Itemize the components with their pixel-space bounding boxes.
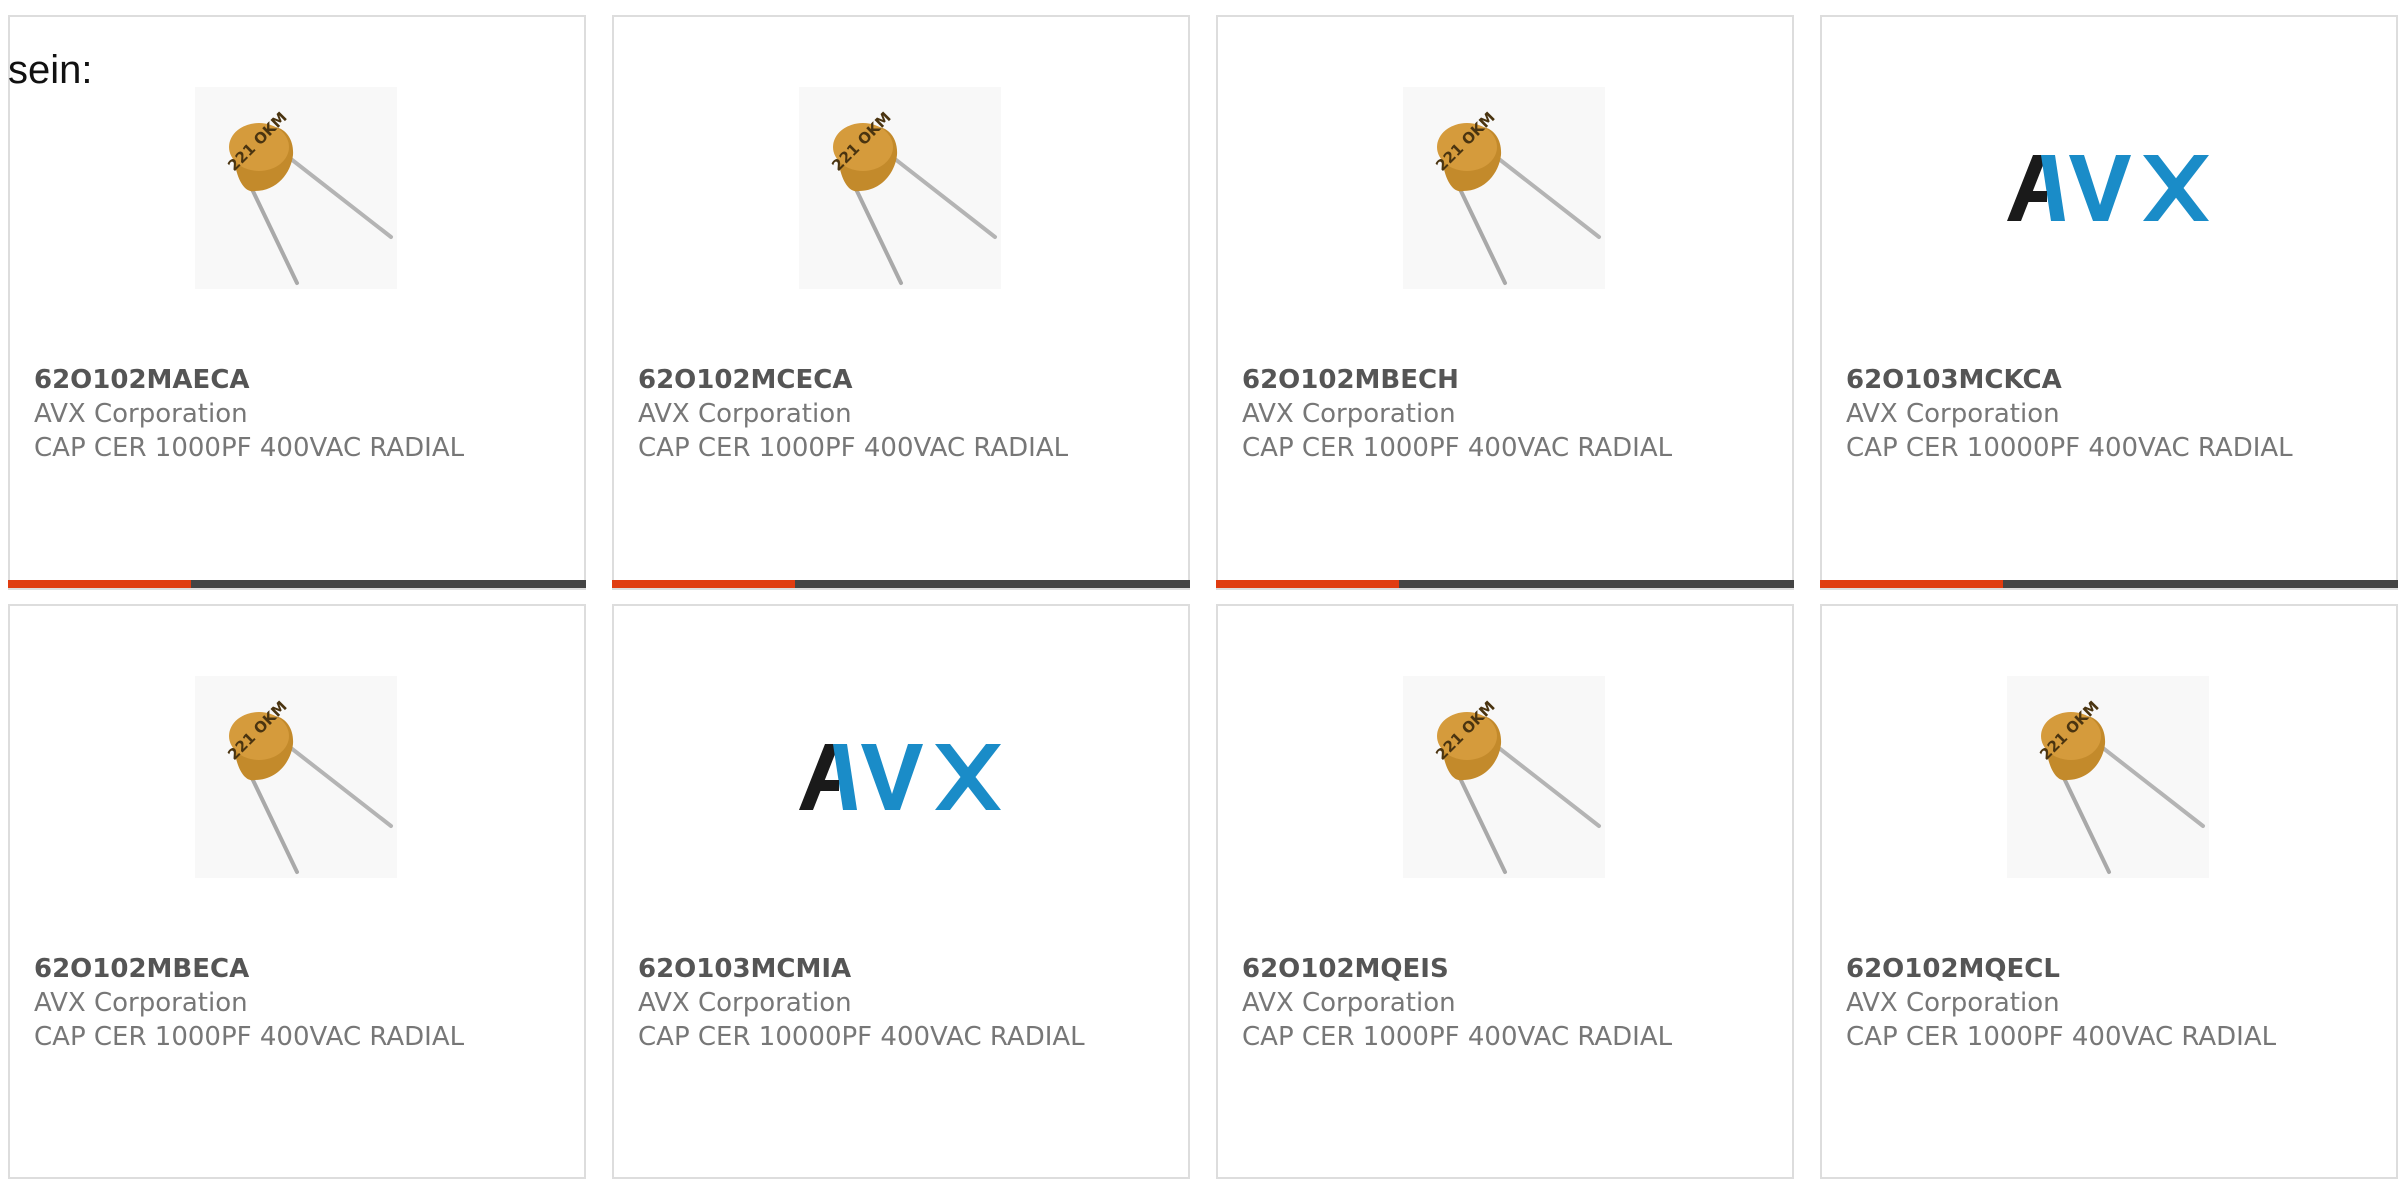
product-card[interactable]: 62O103MCKCA AVX Corporation CAP CER 1000… bbox=[1820, 15, 2398, 590]
product-info: 62O103MCKCA AVX Corporation CAP CER 1000… bbox=[1846, 363, 2296, 465]
manufacturer: AVX Corporation bbox=[1242, 988, 1456, 1018]
ceramic-capacitor-icon: 221 OKM bbox=[828, 108, 997, 285]
manufacturer: AVX Corporation bbox=[638, 988, 852, 1018]
product-info: 62O102MBECH AVX Corporation CAP CER 1000… bbox=[1242, 363, 1692, 465]
product-description: CAP CER 1000PF 400VAC RADIAL bbox=[1846, 1022, 2277, 1052]
avx-logo bbox=[2007, 155, 2209, 221]
product-thumbnail[interactable]: 221 OKM bbox=[799, 87, 1001, 289]
ceramic-capacitor-icon: 221 OKM bbox=[2036, 697, 2205, 874]
avx-logo bbox=[799, 744, 1001, 810]
product-thumbnail[interactable]: 221 OKM bbox=[1403, 87, 1605, 289]
product-description: CAP CER 1000PF 400VAC RADIAL bbox=[1242, 1022, 1673, 1052]
product-thumbnail[interactable]: 221 OKM bbox=[195, 676, 397, 878]
card-accent-bar bbox=[1216, 580, 1794, 588]
ceramic-capacitor-icon: 221 OKM bbox=[1432, 108, 1601, 285]
part-number[interactable]: 62O102MQEIS bbox=[1242, 952, 1692, 986]
product-card[interactable]: 221 OKM 62O102MCECA AVX Corporation CAP … bbox=[612, 15, 1190, 590]
product-thumbnail[interactable]: 221 OKM bbox=[2007, 676, 2209, 878]
product-info: 62O102MAECA AVX Corporation CAP CER 1000… bbox=[34, 363, 484, 465]
product-info: 62O102MBECA AVX Corporation CAP CER 1000… bbox=[34, 952, 484, 1054]
part-number[interactable]: 62O102MBECA bbox=[34, 952, 484, 986]
manufacturer: AVX Corporation bbox=[1242, 399, 1456, 429]
product-thumbnail[interactable] bbox=[2007, 87, 2209, 289]
product-description: CAP CER 1000PF 400VAC RADIAL bbox=[34, 1022, 465, 1052]
manufacturer: AVX Corporation bbox=[1846, 399, 2060, 429]
manufacturer: AVX Corporation bbox=[638, 399, 852, 429]
product-info: 62O102MCECA AVX Corporation CAP CER 1000… bbox=[638, 363, 1088, 465]
product-description: CAP CER 10000PF 400VAC RADIAL bbox=[1846, 433, 2293, 463]
product-description: CAP CER 10000PF 400VAC RADIAL bbox=[638, 1022, 1085, 1052]
part-number[interactable]: 62O103MCMIA bbox=[638, 952, 1088, 986]
card-accent-bar bbox=[612, 580, 1190, 588]
ceramic-capacitor-icon: 221 OKM bbox=[224, 108, 393, 285]
product-description: CAP CER 1000PF 400VAC RADIAL bbox=[638, 433, 1069, 463]
card-accent-bar-fill bbox=[1820, 580, 2003, 588]
product-info: 62O102MQECL AVX Corporation CAP CER 1000… bbox=[1846, 952, 2296, 1054]
part-number[interactable]: 62O102MQECL bbox=[1846, 952, 2296, 986]
card-accent-bar-fill bbox=[612, 580, 795, 588]
product-description: CAP CER 1000PF 400VAC RADIAL bbox=[34, 433, 465, 463]
card-accent-bar bbox=[1820, 580, 2398, 588]
part-number[interactable]: 62O102MBECH bbox=[1242, 363, 1692, 397]
card-accent-bar-fill bbox=[8, 580, 191, 588]
product-card[interactable]: 221 OKM 62O102MQECL AVX Corporation CAP … bbox=[1820, 604, 2398, 1179]
product-info: 62O103MCMIA AVX Corporation CAP CER 1000… bbox=[638, 952, 1088, 1054]
product-description: CAP CER 1000PF 400VAC RADIAL bbox=[1242, 433, 1673, 463]
ceramic-capacitor-icon: 221 OKM bbox=[224, 697, 393, 874]
intro-text: sein: bbox=[8, 48, 93, 92]
manufacturer: AVX Corporation bbox=[1846, 988, 2060, 1018]
card-accent-bar bbox=[8, 580, 586, 588]
product-card[interactable]: 221 OKM 62O102MBECH AVX Corporation CAP … bbox=[1216, 15, 1794, 590]
manufacturer: AVX Corporation bbox=[34, 399, 248, 429]
part-number[interactable]: 62O102MCECA bbox=[638, 363, 1088, 397]
product-card[interactable]: 62O103MCMIA AVX Corporation CAP CER 1000… bbox=[612, 604, 1190, 1179]
manufacturer: AVX Corporation bbox=[34, 988, 248, 1018]
product-info: 62O102MQEIS AVX Corporation CAP CER 1000… bbox=[1242, 952, 1692, 1054]
product-thumbnail[interactable]: 221 OKM bbox=[1403, 676, 1605, 878]
ceramic-capacitor-icon: 221 OKM bbox=[1432, 697, 1601, 874]
product-grid: 221 OKM 62O102MAECA AVX Corporation CAP … bbox=[8, 15, 2398, 1179]
product-card[interactable]: 221 OKM 62O102MAECA AVX Corporation CAP … bbox=[8, 15, 586, 590]
product-card[interactable]: 221 OKM 62O102MBECA AVX Corporation CAP … bbox=[8, 604, 586, 1179]
part-number[interactable]: 62O103MCKCA bbox=[1846, 363, 2296, 397]
product-thumbnail[interactable]: 221 OKM bbox=[195, 87, 397, 289]
product-thumbnail[interactable] bbox=[799, 676, 1001, 878]
card-accent-bar-fill bbox=[1216, 580, 1399, 588]
part-number[interactable]: 62O102MAECA bbox=[34, 363, 484, 397]
product-card[interactable]: 221 OKM 62O102MQEIS AVX Corporation CAP … bbox=[1216, 604, 1794, 1179]
